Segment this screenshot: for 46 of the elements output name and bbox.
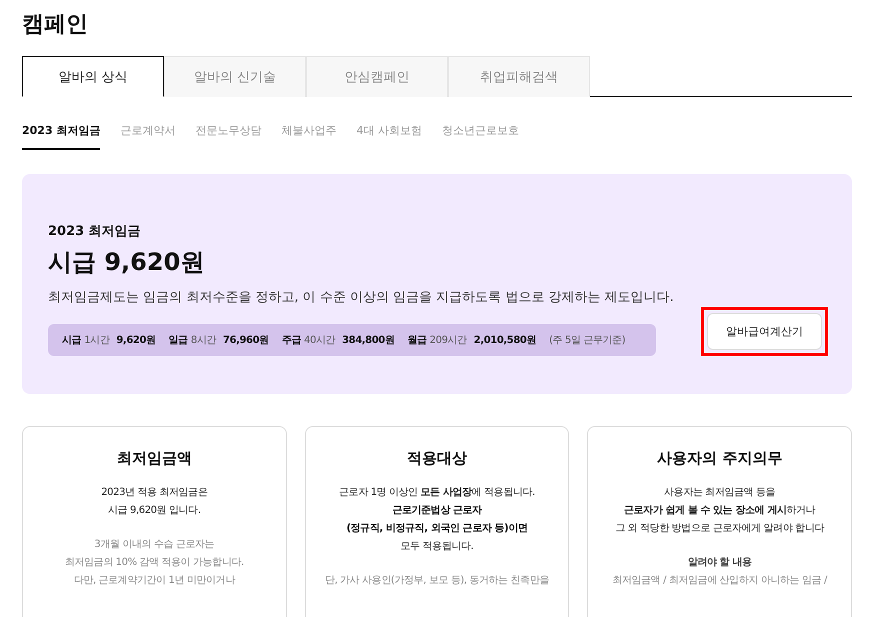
wage-label: 주급 [282,334,301,347]
hero-headline: 시급 9,620원 [48,247,206,278]
wage-amount: 2,010,580원 [474,334,536,347]
card-text: 시급 9,620원 입니다. [107,504,202,518]
page-title: 캠페인 [22,11,89,39]
card-text: 알려야 할 내용 [686,556,753,570]
card-title: 사용자의 주지의무 [656,449,784,468]
calculator-button[interactable]: 알바급여계산기 [707,313,822,350]
card-text: 사용자는 최저임금액 등을 [663,486,776,500]
card-text: 3개월 이내의 수습 근로자는 [93,538,216,552]
wage-note: (주 5일 근무기준) [549,334,626,347]
subnav-link[interactable]: 4대 사회보험 [356,123,422,150]
wage-hours: 8시간 [190,334,216,347]
wage-amount: 76,960원 [222,334,269,347]
card-text: 그 외 적당한 방법으로 근로자에게 알려야 합니다 [614,522,826,536]
card-text: 최저임금의 10% 감액 적용이 가능합니다. [64,556,245,570]
wage-amount: 384,800원 [342,334,394,347]
tab[interactable]: 취업피해검색 [448,56,590,97]
wage-label: 일급 [168,334,188,347]
wage-label: 월급 [407,334,427,347]
card-text: 모두 적용됩니다. [400,540,474,554]
subnav-link[interactable]: 전문노무상담 [195,123,262,150]
card-text: 최저임금액 / 최저임금에 산입하지 아니하는 임금 / [611,574,828,588]
hero-description: 최저임금제도는 임금의 최저수준을 정하고, 이 수준 이상의 임금을 지급하도록 법으로 강제하는 제도입니다. [48,289,674,306]
subnav-link[interactable]: 청소년근로보호 [442,123,519,150]
card-text: 2023년 적용 최저임금은 [100,486,208,500]
card-text: 단, 가사 사용인(가정부, 보모 등), 동거하는 친족만을 [324,574,550,588]
tab[interactable]: 알바의 상식 [22,56,164,97]
wage-hours: 209시간 [430,334,467,347]
card-text: 근로자가 쉽게 볼 수 있는 장소에 게시하거나 [623,504,816,518]
wage-hours: 1시간 [84,334,110,347]
tab[interactable]: 안심캠페인 [306,56,448,97]
card-text: 근로자 1명 이상인 모든 사업장에 적용됩니다. [338,486,536,500]
subnav-link[interactable]: 근로계약서 [120,123,176,150]
tab[interactable]: 알바의 신기술 [164,56,306,97]
card-title: 적용대상 [406,449,468,468]
wage-hours: 40시간 [304,334,336,347]
wage-amount: 9,620원 [116,334,156,347]
card-text: 다만, 근로계약기간이 1년 미만이거나 [72,574,236,588]
subnav-link[interactable]: 2023 최저임금 [22,123,100,150]
card-title: 최저임금액 [116,449,193,468]
card-text: 근로기준법상 근로자 [391,504,483,518]
subnav-link[interactable]: 체불사업주 [281,123,336,150]
hero-eyebrow: 2023 최저임금 [48,223,142,240]
card-text: (정규직, 비정규직, 외국인 근로자 등)이면 [345,522,529,536]
wage-label: 시급 [62,334,82,347]
